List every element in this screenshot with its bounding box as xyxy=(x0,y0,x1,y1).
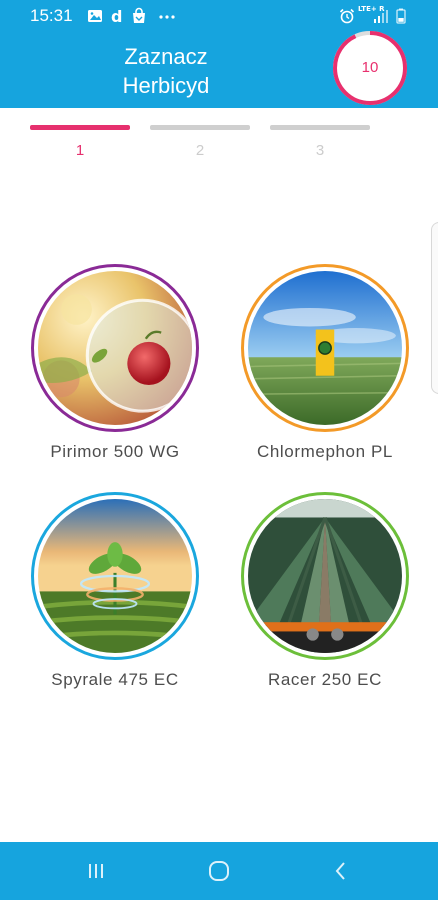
step-number: 1 xyxy=(75,142,85,159)
product-name: Spyrale 475 EC xyxy=(51,670,179,689)
step-bar xyxy=(30,125,130,130)
svg-text:d: d xyxy=(111,7,122,25)
page-title-line-1: Zaznacz xyxy=(124,44,208,69)
step-bar xyxy=(150,125,250,130)
countdown-timer: 10 xyxy=(332,30,408,106)
edge-panel-handle[interactable] xyxy=(431,222,438,394)
wheat-field-image xyxy=(248,271,402,425)
page-title: Zaznacz Herbicyd xyxy=(60,42,272,100)
step-number: 3 xyxy=(315,142,325,159)
crop-rows-image xyxy=(248,499,402,653)
page-title-line-2: Herbicyd xyxy=(122,73,210,98)
step-3: 3 xyxy=(270,125,370,165)
more-icon xyxy=(158,7,176,25)
alarm-icon xyxy=(338,7,356,25)
product-option-spyrale[interactable]: Spyrale 475 EC xyxy=(20,492,210,702)
product-name: Chlormephon PL xyxy=(257,442,393,461)
step-bar xyxy=(270,125,370,130)
product-option-pirimor[interactable]: Pirimor 500 WG xyxy=(20,264,210,474)
signal-icon xyxy=(372,7,390,25)
product-image-frame[interactable] xyxy=(241,492,409,660)
product-image-frame[interactable] xyxy=(31,264,199,432)
step-indicator: 1 2 3 xyxy=(0,125,438,165)
step-number: 2 xyxy=(195,142,205,159)
product-option-racer[interactable]: Racer 250 EC xyxy=(230,492,420,702)
product-image-frame[interactable] xyxy=(241,264,409,432)
battery-icon xyxy=(392,7,410,25)
status-bar: 15:31 d LTE+ R xyxy=(0,0,438,34)
back-icon[interactable] xyxy=(328,858,354,884)
navigation-bar xyxy=(0,842,438,900)
d-app-icon: d xyxy=(108,7,126,25)
product-option-chlormephon[interactable]: Chlormephon PL xyxy=(230,264,420,474)
sprout-swirl-image xyxy=(38,499,192,653)
recent-apps-icon[interactable] xyxy=(83,858,109,884)
home-icon[interactable] xyxy=(206,858,232,884)
timer-value: 10 xyxy=(361,59,379,76)
image-icon xyxy=(86,7,104,25)
product-name: Pirimor 500 WG xyxy=(50,442,180,461)
step-2: 2 xyxy=(150,125,250,165)
shopping-bag-icon xyxy=(130,7,148,25)
status-time: 15:31 xyxy=(30,6,73,25)
product-image-frame[interactable] xyxy=(31,492,199,660)
product-name: Racer 250 EC xyxy=(268,670,382,689)
apple-orchard-image xyxy=(38,271,192,425)
step-1: 1 xyxy=(30,125,130,165)
